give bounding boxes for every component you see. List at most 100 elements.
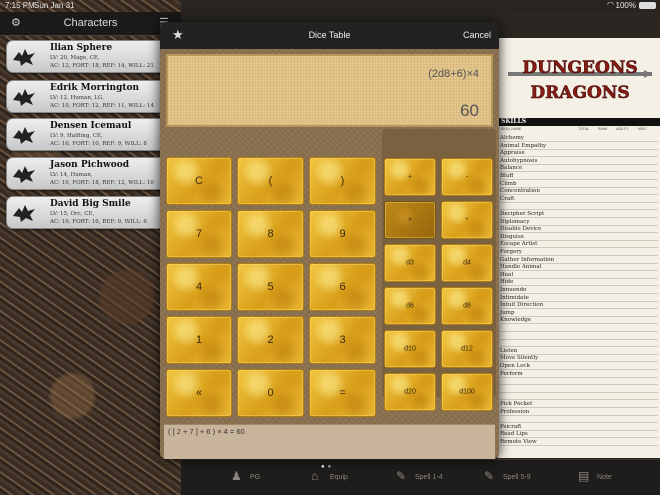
skill-row[interactable]: Autohypnosis [500, 158, 658, 165]
skill-row[interactable]: Profession [500, 409, 658, 416]
key-d8[interactable]: d8 [441, 287, 493, 325]
key-d100[interactable]: d100 [441, 373, 493, 411]
key-4[interactable]: 4 [166, 263, 232, 311]
character-info: LV: 20, Mage, CE, [50, 55, 100, 61]
skill-row[interactable] [500, 325, 658, 332]
character-card[interactable]: Edrik Morrington LV: 12, Human, LG, AC: … [6, 80, 176, 113]
skill-row[interactable]: Read Lips [500, 431, 658, 439]
character-stats: AC: 16, FORT: 10, REF: 9, WILL: 8 [50, 141, 147, 147]
skill-row[interactable]: Open Lock [500, 363, 658, 370]
key-close-paren[interactable]: ) [309, 157, 376, 205]
character-card[interactable]: Jason Pichwood LV: 14, Human, AC: 10, FO… [6, 157, 176, 190]
key-6[interactable]: 6 [309, 263, 376, 311]
key-d10[interactable]: d10 [384, 330, 436, 368]
skill-row[interactable]: Balance [500, 165, 658, 173]
skill-row[interactable]: Knowledge [500, 317, 658, 325]
key-plus[interactable]: + [384, 158, 436, 196]
character-card[interactable]: Densen Icemaul LV: 9, Halfling, CE, AC: … [6, 118, 176, 151]
skill-row[interactable]: Disable Device [500, 226, 658, 234]
skill-row[interactable] [500, 333, 658, 340]
skill-row[interactable]: Perform [500, 371, 658, 378]
roll-history[interactable]: ( [ 2 + 7 ] + 6 ) × 4 = 60 [164, 424, 495, 459]
skill-name: Psicraft [500, 423, 522, 430]
skill-row[interactable]: Pick Pocket [500, 401, 658, 408]
skill-name: Knowledge [500, 317, 531, 324]
cancel-button[interactable]: Cancel [463, 30, 491, 40]
skill-name: Disguise [500, 233, 524, 240]
svg-text:DUNGEONS: DUNGEONS [522, 58, 637, 78]
skill-name: Escape Artist [500, 241, 538, 248]
skill-name: Pick Pocket [500, 401, 533, 407]
skill-row[interactable]: Remote View [500, 439, 658, 446]
skill-row[interactable]: Escape Artist [500, 241, 658, 249]
skill-row[interactable]: Concentration [500, 188, 658, 196]
skill-row[interactable]: Gather Information [500, 257, 658, 264]
skill-row[interactable]: Hide [500, 279, 658, 287]
skill-row[interactable]: Listen [500, 348, 658, 355]
key-minus[interactable]: - [441, 158, 493, 196]
character-info: LV: 12, Human, LG, [50, 95, 104, 101]
status-time: 7:15 PM [5, 1, 35, 10]
key-d3[interactable]: d3 [384, 244, 436, 282]
dice-result: 60 [460, 101, 479, 120]
modal-title: Dice Table [308, 30, 351, 40]
skill-row[interactable]: Forgery [500, 249, 658, 256]
key-8[interactable]: 8 [237, 210, 304, 258]
skill-name: Open Lock [500, 363, 530, 369]
skill-row[interactable]: Craft [500, 196, 658, 203]
characters-sidebar: ⚙ Characters ☰ Ilian Sphere LV: 20, Mage… [0, 0, 181, 495]
key-5[interactable]: 5 [237, 263, 304, 311]
skill-row[interactable]: Psicraft [500, 424, 658, 431]
skill-row[interactable]: Appraise [500, 150, 658, 158]
character-card[interactable]: David Big Smile LV: 15, Orc, CE, AC: 10,… [6, 196, 176, 229]
key-d4[interactable]: d4 [441, 244, 493, 282]
key-d20[interactable]: d20 [384, 373, 436, 411]
skill-row[interactable] [500, 378, 658, 386]
key-divide[interactable]: ÷ [441, 201, 493, 239]
key-9[interactable]: 9 [309, 210, 376, 258]
skill-name: Animal Empathy [500, 142, 547, 149]
modal-body: (2d8+6)×4 60 C ( ) 7 8 9 4 5 6 1 2 3 « 0… [160, 49, 499, 459]
skill-row[interactable]: Animal Empathy [500, 143, 658, 150]
skill-row[interactable] [500, 416, 658, 424]
skill-row[interactable]: Handle Animal [500, 264, 658, 272]
key-equals[interactable]: = [309, 369, 376, 417]
skill-row[interactable]: Heal [500, 272, 658, 279]
key-3[interactable]: 3 [309, 316, 376, 364]
skill-row[interactable]: Innuendo [500, 287, 658, 294]
dice-display: (2d8+6)×4 60 [166, 54, 493, 127]
skill-row[interactable] [500, 203, 658, 211]
skill-row[interactable]: Decipher Script [500, 211, 658, 218]
key-d6[interactable]: d6 [384, 287, 436, 325]
skill-row[interactable]: Move Silently [500, 355, 658, 363]
key-multiply[interactable]: × [384, 201, 436, 239]
skill-row[interactable]: Bluff [500, 173, 658, 180]
character-sheet[interactable]: DUNGEONS DRAGONS SKILLS SKILL NAME TOTAL… [498, 38, 660, 458]
character-card[interactable]: Ilian Sphere LV: 20, Mage, CE, AC: 12, F… [6, 40, 176, 73]
svg-text:DRAGONS: DRAGONS [530, 83, 629, 103]
key-clear[interactable]: C [166, 157, 232, 205]
skill-row[interactable] [500, 393, 658, 401]
key-0[interactable]: 0 [237, 369, 304, 417]
skill-row[interactable] [500, 340, 658, 348]
skill-name: Appraise [500, 150, 525, 157]
skill-row[interactable]: Diplomacy [500, 219, 658, 226]
skill-row[interactable]: Intuit Direction [500, 302, 658, 310]
modal-header: ★ Dice Table Cancel [160, 22, 499, 49]
skill-row[interactable]: Disguise [500, 234, 658, 241]
skill-row[interactable] [500, 386, 658, 393]
skill-row[interactable]: Intimidate [500, 295, 658, 302]
dragon-icon [13, 127, 35, 144]
dice-keypad: + - × ÷ d3 d4 d6 d8 d10 d12 d20 d100 [382, 129, 496, 411]
key-1[interactable]: 1 [166, 316, 232, 364]
key-d12[interactable]: d12 [441, 330, 493, 368]
key-7[interactable]: 7 [166, 210, 232, 258]
skill-row[interactable]: Alchemy [500, 135, 658, 142]
skill-row[interactable]: Climb [500, 181, 658, 188]
skill-name: Bluff [500, 173, 514, 179]
key-open-paren[interactable]: ( [237, 157, 304, 205]
battery-icon [639, 2, 656, 9]
key-2[interactable]: 2 [237, 316, 304, 364]
skill-row[interactable]: Jump [500, 310, 658, 317]
key-backspace[interactable]: « [166, 369, 232, 417]
